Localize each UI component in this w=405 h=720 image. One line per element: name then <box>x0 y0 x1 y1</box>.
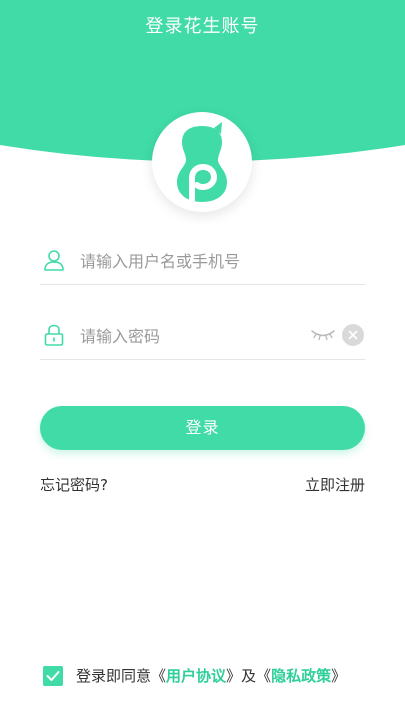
register-link[interactable]: 立即注册 <box>305 474 365 495</box>
username-field[interactable] <box>40 238 365 285</box>
agreement-conjunction: 及 <box>241 667 257 685</box>
open-bracket: 《 <box>151 667 167 685</box>
close-bracket: 》 <box>226 667 242 685</box>
clear-button[interactable] <box>342 324 364 346</box>
login-button[interactable]: 登录 <box>40 406 365 450</box>
check-icon <box>46 671 60 681</box>
forgot-password-link[interactable]: 忘记密码? <box>40 474 108 495</box>
lock-icon <box>44 324 64 346</box>
eye-closed-icon[interactable] <box>310 326 336 344</box>
privacy-policy-link[interactable]: 隐私政策 <box>271 667 331 685</box>
password-field[interactable] <box>40 313 365 360</box>
agreement-checkbox[interactable] <box>43 666 63 686</box>
username-input[interactable] <box>80 246 300 276</box>
agreement-row: 登录即同意《用户协议》及《隐私政策》 <box>40 663 370 689</box>
user-agreement-link[interactable]: 用户协议 <box>166 667 226 685</box>
peanut-logo-icon <box>177 122 227 203</box>
open-bracket: 《 <box>256 667 272 685</box>
password-input[interactable] <box>80 321 300 351</box>
agreement-text: 登录即同意《用户协议》及《隐私政策》 <box>76 665 346 686</box>
close-bracket: 》 <box>331 667 347 685</box>
page-title: 登录花生账号 <box>145 16 260 37</box>
clear-icon <box>348 330 358 340</box>
agreement-prefix: 登录即同意 <box>76 667 152 685</box>
user-icon <box>44 250 64 271</box>
app-logo <box>152 112 252 212</box>
